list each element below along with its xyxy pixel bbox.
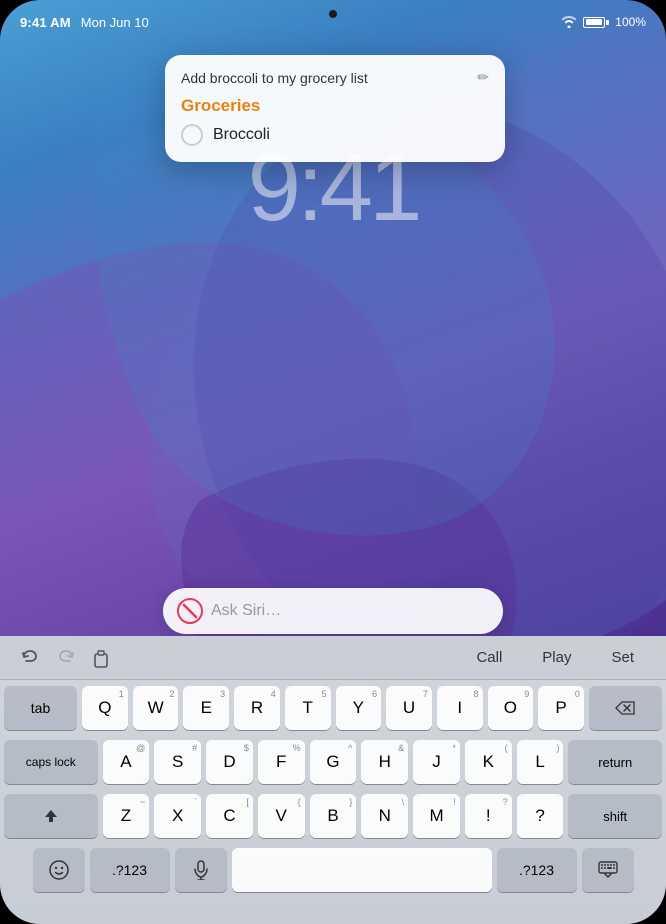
key-x[interactable]: X` [154,794,201,838]
shift-right-key[interactable]: shift [568,794,662,838]
key-e[interactable]: E3 [183,686,229,730]
card-header: Add broccoli to my grocery list ✏ [181,69,489,86]
key-l[interactable]: L) [517,740,564,784]
status-left: 9:41 AM Mon Jun 10 [20,15,149,30]
key-g[interactable]: G^ [310,740,357,784]
siri-icon [177,598,203,624]
status-date: Mon Jun 10 [81,15,149,30]
key-i[interactable]: I8 [437,686,483,730]
status-bar: 9:41 AM Mon Jun 10 100% [0,0,666,36]
shift-left-key[interactable] [4,794,98,838]
status-time: 9:41 AM [20,15,71,30]
key-q[interactable]: Q1 [82,686,128,730]
key-k[interactable]: K( [465,740,512,784]
key-m[interactable]: M! [413,794,460,838]
key-f[interactable]: F% [258,740,305,784]
return-key[interactable]: return [568,740,662,784]
card-title: Add broccoli to my grocery list [181,70,368,86]
item-checkbox[interactable] [181,124,203,146]
key-b[interactable]: B} [310,794,357,838]
edit-icon[interactable]: ✏ [477,69,489,86]
key-y[interactable]: Y6 [336,686,382,730]
keyboard-dismiss-key[interactable] [582,848,634,892]
key-row-1: tab Q1 W2 E3 R4 T5 Y6 U7 I8 O9 P0 [4,686,662,730]
key-a[interactable]: A@ [103,740,150,784]
key-row-4: .?123 .?123 [4,848,662,892]
numeric-right-key[interactable]: .?123 [497,848,577,892]
status-right: 100% [561,15,646,29]
set-button[interactable]: Set [591,643,654,672]
siri-placeholder: Ask Siri… [211,602,489,620]
key-h[interactable]: H& [361,740,408,784]
battery-percent: 100% [615,15,646,29]
mic-key[interactable] [175,848,227,892]
numeric-left-key[interactable]: .?123 [90,848,170,892]
key-w[interactable]: W2 [133,686,179,730]
notification-card: Add broccoli to my grocery list ✏ Grocer… [165,55,505,162]
call-button[interactable]: Call [456,643,522,672]
card-item-row: Broccoli [181,124,489,146]
play-button[interactable]: Play [522,643,591,672]
keyboard-area: Call Play Set tab Q1 W2 E3 R4 T5 Y6 U7 I… [0,636,666,924]
card-list-name: Groceries [181,96,489,116]
item-label: Broccoli [213,126,270,144]
keyboard-toolbar: Call Play Set [0,636,666,680]
key-r[interactable]: R4 [234,686,280,730]
key-t[interactable]: T5 [285,686,331,730]
key-c[interactable]: C[ [206,794,253,838]
delete-key[interactable] [589,686,662,730]
key-u[interactable]: U7 [386,686,432,730]
redo-button[interactable] [48,640,84,676]
key-n[interactable]: N\ [361,794,408,838]
wifi-icon [561,16,577,28]
key-j[interactable]: J* [413,740,460,784]
key-o[interactable]: O9 [488,686,534,730]
key-z[interactable]: Z~ [103,794,150,838]
key-d[interactable]: D$ [206,740,253,784]
tab-key[interactable]: tab [4,686,77,730]
caps-lock-key[interactable]: caps lock [4,740,98,784]
key-question[interactable]: ? [517,794,564,838]
key-row-2: caps lock A@ S# D$ F% G^ H& J* K( L) ret… [4,740,662,784]
paste-button[interactable] [84,640,120,676]
key-exclaim[interactable]: !? [465,794,512,838]
key-row-3: Z~ X` C[ V{ B} N\ M! !? ? shift [4,794,662,838]
space-key[interactable] [232,848,492,892]
battery-icon [583,17,609,28]
key-s[interactable]: S# [154,740,201,784]
emoji-key[interactable] [33,848,85,892]
key-v[interactable]: V{ [258,794,305,838]
keyboard-keys: tab Q1 W2 E3 R4 T5 Y6 U7 I8 O9 P0 [0,680,666,906]
siri-bar[interactable]: Ask Siri… [163,588,503,634]
undo-button[interactable] [12,640,48,676]
camera-dot [329,10,337,18]
key-p[interactable]: P0 [538,686,584,730]
